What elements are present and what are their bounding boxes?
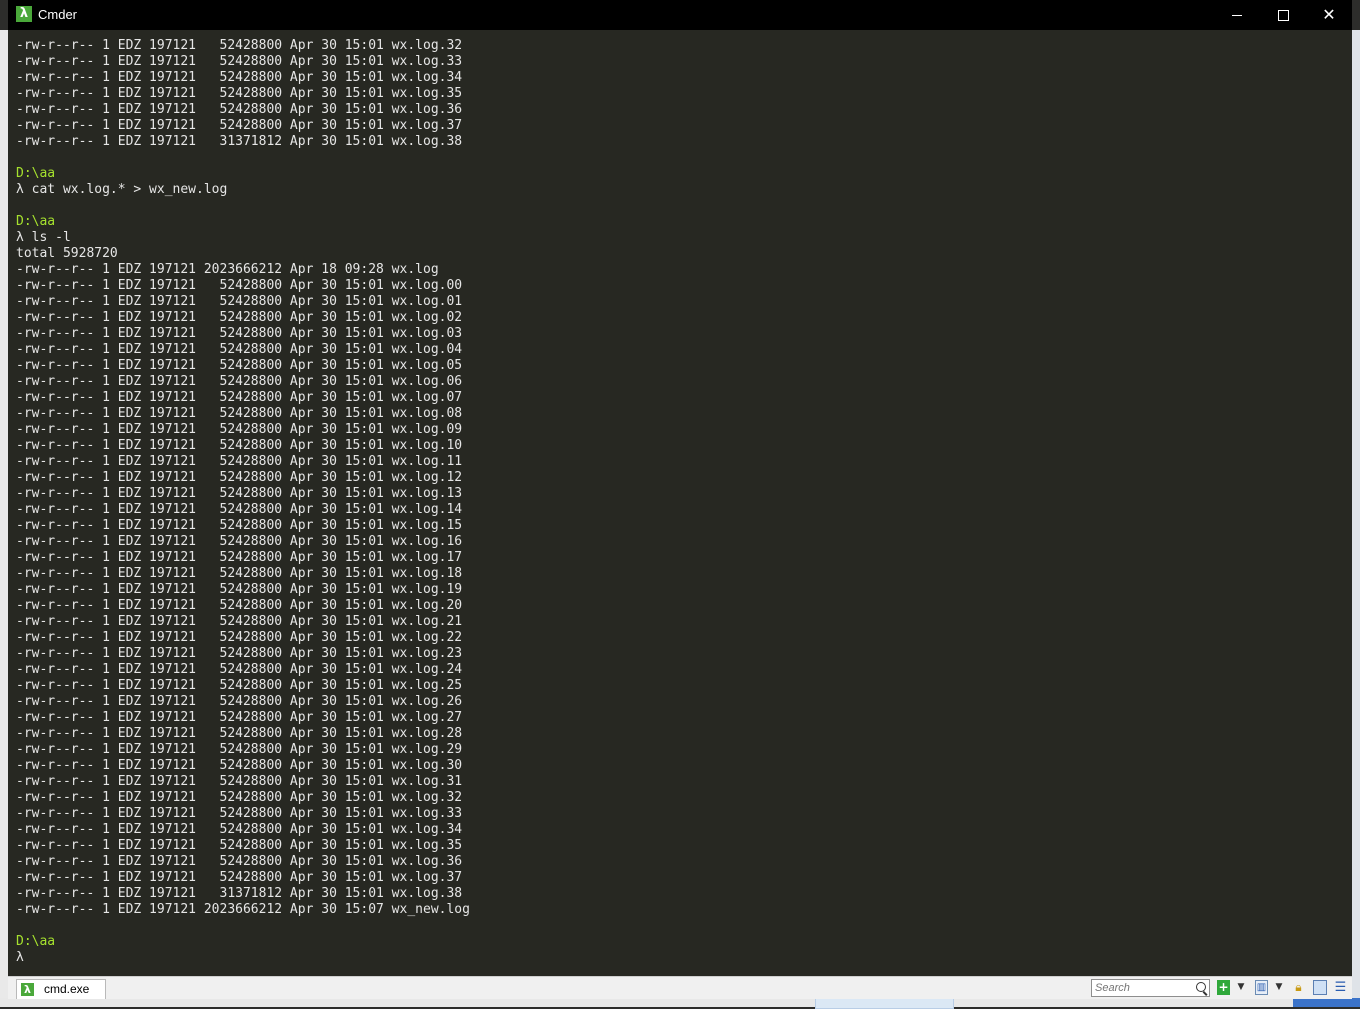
maximize-icon (1278, 10, 1289, 21)
console-line: -rw-r--r-- 1 EDZ 197121 52428800 Apr 30 … (16, 118, 463, 133)
search-icon[interactable] (1196, 982, 1206, 992)
console-line: λ (16, 950, 24, 965)
lambda-icon: λ (21, 983, 34, 996)
console-line: total 5928720 (16, 246, 118, 261)
prompt-path-line: D:\aa (16, 934, 56, 949)
console-line: -rw-r--r-- 1 EDZ 197121 52428800 Apr 30 … (16, 662, 463, 677)
console-line: -rw-r--r-- 1 EDZ 197121 52428800 Apr 30 … (16, 710, 463, 725)
console-line: -rw-r--r-- 1 EDZ 197121 2023666212 Apr 1… (16, 262, 439, 277)
prompt-path-line: D:\aa (16, 166, 56, 181)
search-input[interactable] (1092, 981, 1191, 995)
console-line: -rw-r--r-- 1 EDZ 197121 52428800 Apr 30 … (16, 278, 463, 293)
console-line: -rw-r--r-- 1 EDZ 197121 52428800 Apr 30 … (16, 742, 463, 757)
console-line: -rw-r--r-- 1 EDZ 197121 52428800 Apr 30 … (16, 550, 463, 565)
console-line: -rw-r--r-- 1 EDZ 197121 52428800 Apr 30 … (16, 342, 463, 357)
console-output[interactable]: -rw-r--r-- 1 EDZ 197121 52428800 Apr 30 … (16, 38, 1346, 974)
console-line: -rw-r--r-- 1 EDZ 197121 31371812 Apr 30 … (16, 134, 463, 149)
layout-icon[interactable]: ▥ (1255, 980, 1268, 995)
console-line: -rw-r--r-- 1 EDZ 197121 52428800 Apr 30 … (16, 614, 463, 629)
console-line: -rw-r--r-- 1 EDZ 197121 52428800 Apr 30 … (16, 806, 463, 821)
console-line: λ cat wx.log.* > wx_new.log (16, 182, 228, 197)
console-line: -rw-r--r-- 1 EDZ 197121 52428800 Apr 30 … (16, 70, 463, 85)
console-line: -rw-r--r-- 1 EDZ 197121 52428800 Apr 30 … (16, 646, 463, 661)
console-line: -rw-r--r-- 1 EDZ 197121 52428800 Apr 30 … (16, 774, 463, 789)
title-bar[interactable]: λ Cmder ✕ (8, 0, 1352, 30)
minimize-icon (1232, 15, 1242, 16)
console-line: -rw-r--r-- 1 EDZ 197121 52428800 Apr 30 … (16, 582, 463, 597)
console-line: -rw-r--r-- 1 EDZ 197121 52428800 Apr 30 … (16, 470, 463, 485)
console-line: -rw-r--r-- 1 EDZ 197121 52428800 Apr 30 … (16, 38, 463, 53)
console-line: -rw-r--r-- 1 EDZ 197121 52428800 Apr 30 … (16, 390, 463, 405)
console-line: -rw-r--r-- 1 EDZ 197121 52428800 Apr 30 … (16, 534, 463, 549)
background-blue-button (1293, 998, 1360, 1007)
console-line: -rw-r--r-- 1 EDZ 197121 52428800 Apr 30 … (16, 694, 463, 709)
background-window-right (1352, 30, 1360, 1007)
console-line: -rw-r--r-- 1 EDZ 197121 52428800 Apr 30 … (16, 454, 463, 469)
background-window-left (0, 30, 8, 1007)
chevron-down-icon[interactable]: ▼ (1274, 980, 1284, 995)
console-line: -rw-r--r-- 1 EDZ 197121 52428800 Apr 30 … (16, 870, 463, 885)
window-title: Cmder (38, 7, 78, 22)
console-line: -rw-r--r-- 1 EDZ 197121 52428800 Apr 30 … (16, 102, 463, 117)
chevron-down-icon[interactable]: ▼ (1236, 980, 1246, 995)
console-line: -rw-r--r-- 1 EDZ 197121 52428800 Apr 30 … (16, 518, 463, 533)
console-line: -rw-r--r-- 1 EDZ 197121 52428800 Apr 30 … (16, 502, 463, 517)
console-line: -rw-r--r-- 1 EDZ 197121 52428800 Apr 30 … (16, 406, 463, 421)
console-line: -rw-r--r-- 1 EDZ 197121 52428800 Apr 30 … (16, 374, 463, 389)
close-icon: ✕ (1322, 5, 1336, 24)
maximize-button[interactable] (1260, 0, 1306, 30)
console-line: -rw-r--r-- 1 EDZ 197121 52428800 Apr 30 … (16, 758, 463, 773)
console-line: -rw-r--r-- 1 EDZ 197121 52428800 Apr 30 … (16, 854, 463, 869)
console-line: -rw-r--r-- 1 EDZ 197121 52428800 Apr 30 … (16, 838, 463, 853)
lambda-icon: λ (16, 6, 32, 22)
console-line: -rw-r--r-- 1 EDZ 197121 52428800 Apr 30 … (16, 422, 463, 437)
console-line: -rw-r--r-- 1 EDZ 197121 52428800 Apr 30 … (16, 678, 463, 693)
hamburger-menu-icon[interactable]: ☰ (1334, 980, 1347, 995)
console-line: -rw-r--r-- 1 EDZ 197121 52428800 Apr 30 … (16, 438, 463, 453)
split-pane-icon[interactable] (1313, 980, 1327, 995)
console-line: -rw-r--r-- 1 EDZ 197121 52428800 Apr 30 … (16, 630, 463, 645)
background-taskbar-strip (0, 998, 1360, 1007)
console-line: -rw-r--r-- 1 EDZ 197121 31371812 Apr 30 … (16, 886, 463, 901)
tab-cmd-exe[interactable]: λ cmd.exe (16, 979, 106, 999)
tab-label: cmd.exe (44, 982, 90, 996)
console-line: -rw-r--r-- 1 EDZ 197121 52428800 Apr 30 … (16, 598, 463, 613)
console-line: -rw-r--r-- 1 EDZ 197121 52428800 Apr 30 … (16, 486, 463, 501)
console-line: -rw-r--r-- 1 EDZ 197121 52428800 Apr 30 … (16, 54, 463, 69)
console-line: -rw-r--r-- 1 EDZ 197121 52428800 Apr 30 … (16, 790, 463, 805)
console-line: -rw-r--r-- 1 EDZ 197121 52428800 Apr 30 … (16, 326, 463, 341)
search-box[interactable] (1091, 979, 1210, 997)
add-console-button[interactable]: + (1217, 980, 1230, 995)
console-line: -rw-r--r-- 1 EDZ 197121 52428800 Apr 30 … (16, 310, 463, 325)
console-line: -rw-r--r-- 1 EDZ 197121 52428800 Apr 30 … (16, 86, 463, 101)
close-button[interactable]: ✕ (1306, 0, 1352, 30)
cmder-window: λ Cmder ✕ -rw-r--r-- 1 EDZ 197121 524288… (8, 0, 1352, 999)
console-line: -rw-r--r-- 1 EDZ 197121 52428800 Apr 30 … (16, 822, 463, 837)
minimize-button[interactable] (1214, 0, 1260, 30)
console-line: -rw-r--r-- 1 EDZ 197121 52428800 Apr 30 … (16, 294, 463, 309)
lock-icon[interactable]: 🔒︎ (1292, 980, 1305, 995)
status-tab-bar: λ cmd.exe + ▼ ▥ ▼ 🔒︎ ☰ (8, 976, 1352, 999)
console-line: -rw-r--r-- 1 EDZ 197121 52428800 Apr 30 … (16, 566, 463, 581)
console-line: -rw-r--r-- 1 EDZ 197121 2023666212 Apr 3… (16, 902, 470, 917)
console-line: -rw-r--r-- 1 EDZ 197121 52428800 Apr 30 … (16, 726, 463, 741)
prompt-path-line: D:\aa (16, 214, 56, 229)
console-line: -rw-r--r-- 1 EDZ 197121 52428800 Apr 30 … (16, 358, 463, 373)
console-line: λ ls -l (16, 230, 71, 245)
